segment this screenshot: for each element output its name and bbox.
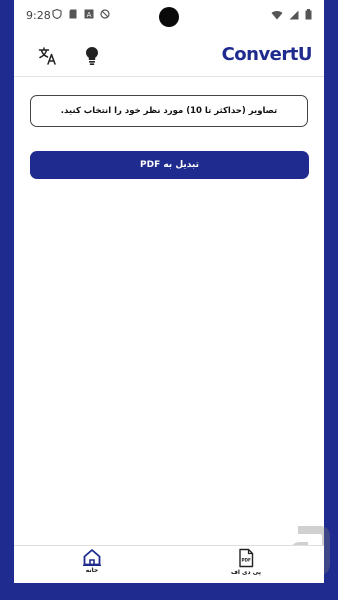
- no-sim-icon: [100, 9, 110, 19]
- info-text: تصاویر (حداکثر تا 10) مورد نظر خود را ان…: [60, 106, 278, 116]
- nav-label-home: خانه: [85, 567, 99, 574]
- wifi-icon: [271, 10, 283, 19]
- camera-cutout: [159, 7, 179, 27]
- convert-to-pdf-button[interactable]: تبدیل به PDF: [30, 151, 309, 179]
- shield-icon: [52, 9, 62, 19]
- home-icon: [83, 549, 101, 566]
- translate-icon: [38, 47, 56, 65]
- translate-button[interactable]: [36, 44, 60, 68]
- pdf-file-icon: PDF: [239, 548, 254, 568]
- nav-label-pdf: پی دی اف: [230, 569, 262, 576]
- theme-button[interactable]: [80, 44, 104, 68]
- convert-button-label: تبدیل به PDF: [140, 160, 199, 170]
- nav-item-pdf[interactable]: PDF پی دی اف: [226, 548, 266, 582]
- status-bar: 9:28 A: [14, 0, 324, 32]
- lightbulb-icon: [86, 47, 98, 65]
- svg-text:PDF: PDF: [241, 558, 251, 563]
- nav-item-home[interactable]: خانه: [72, 548, 112, 582]
- svg-text:A: A: [87, 11, 92, 19]
- status-icons-right: [271, 9, 312, 20]
- status-icons-left: A: [52, 9, 110, 19]
- status-time: 9:28: [26, 9, 51, 22]
- app-logo: ConvertU: [221, 44, 313, 65]
- a-icon: A: [84, 9, 94, 19]
- app-screen: 9:28 A ConvertU تصاویر (حداکثر تا 10) مو…: [14, 0, 330, 583]
- signal-icon: [289, 10, 299, 19]
- battery-icon: [305, 9, 312, 20]
- bottom-nav: خانه PDF پی دی اف: [14, 545, 324, 583]
- image-select-box[interactable]: تصاویر (حداکثر تا 10) مورد نظر خود را ان…: [30, 95, 308, 127]
- sd-card-icon: [69, 9, 77, 19]
- app-header: ConvertU: [14, 36, 324, 77]
